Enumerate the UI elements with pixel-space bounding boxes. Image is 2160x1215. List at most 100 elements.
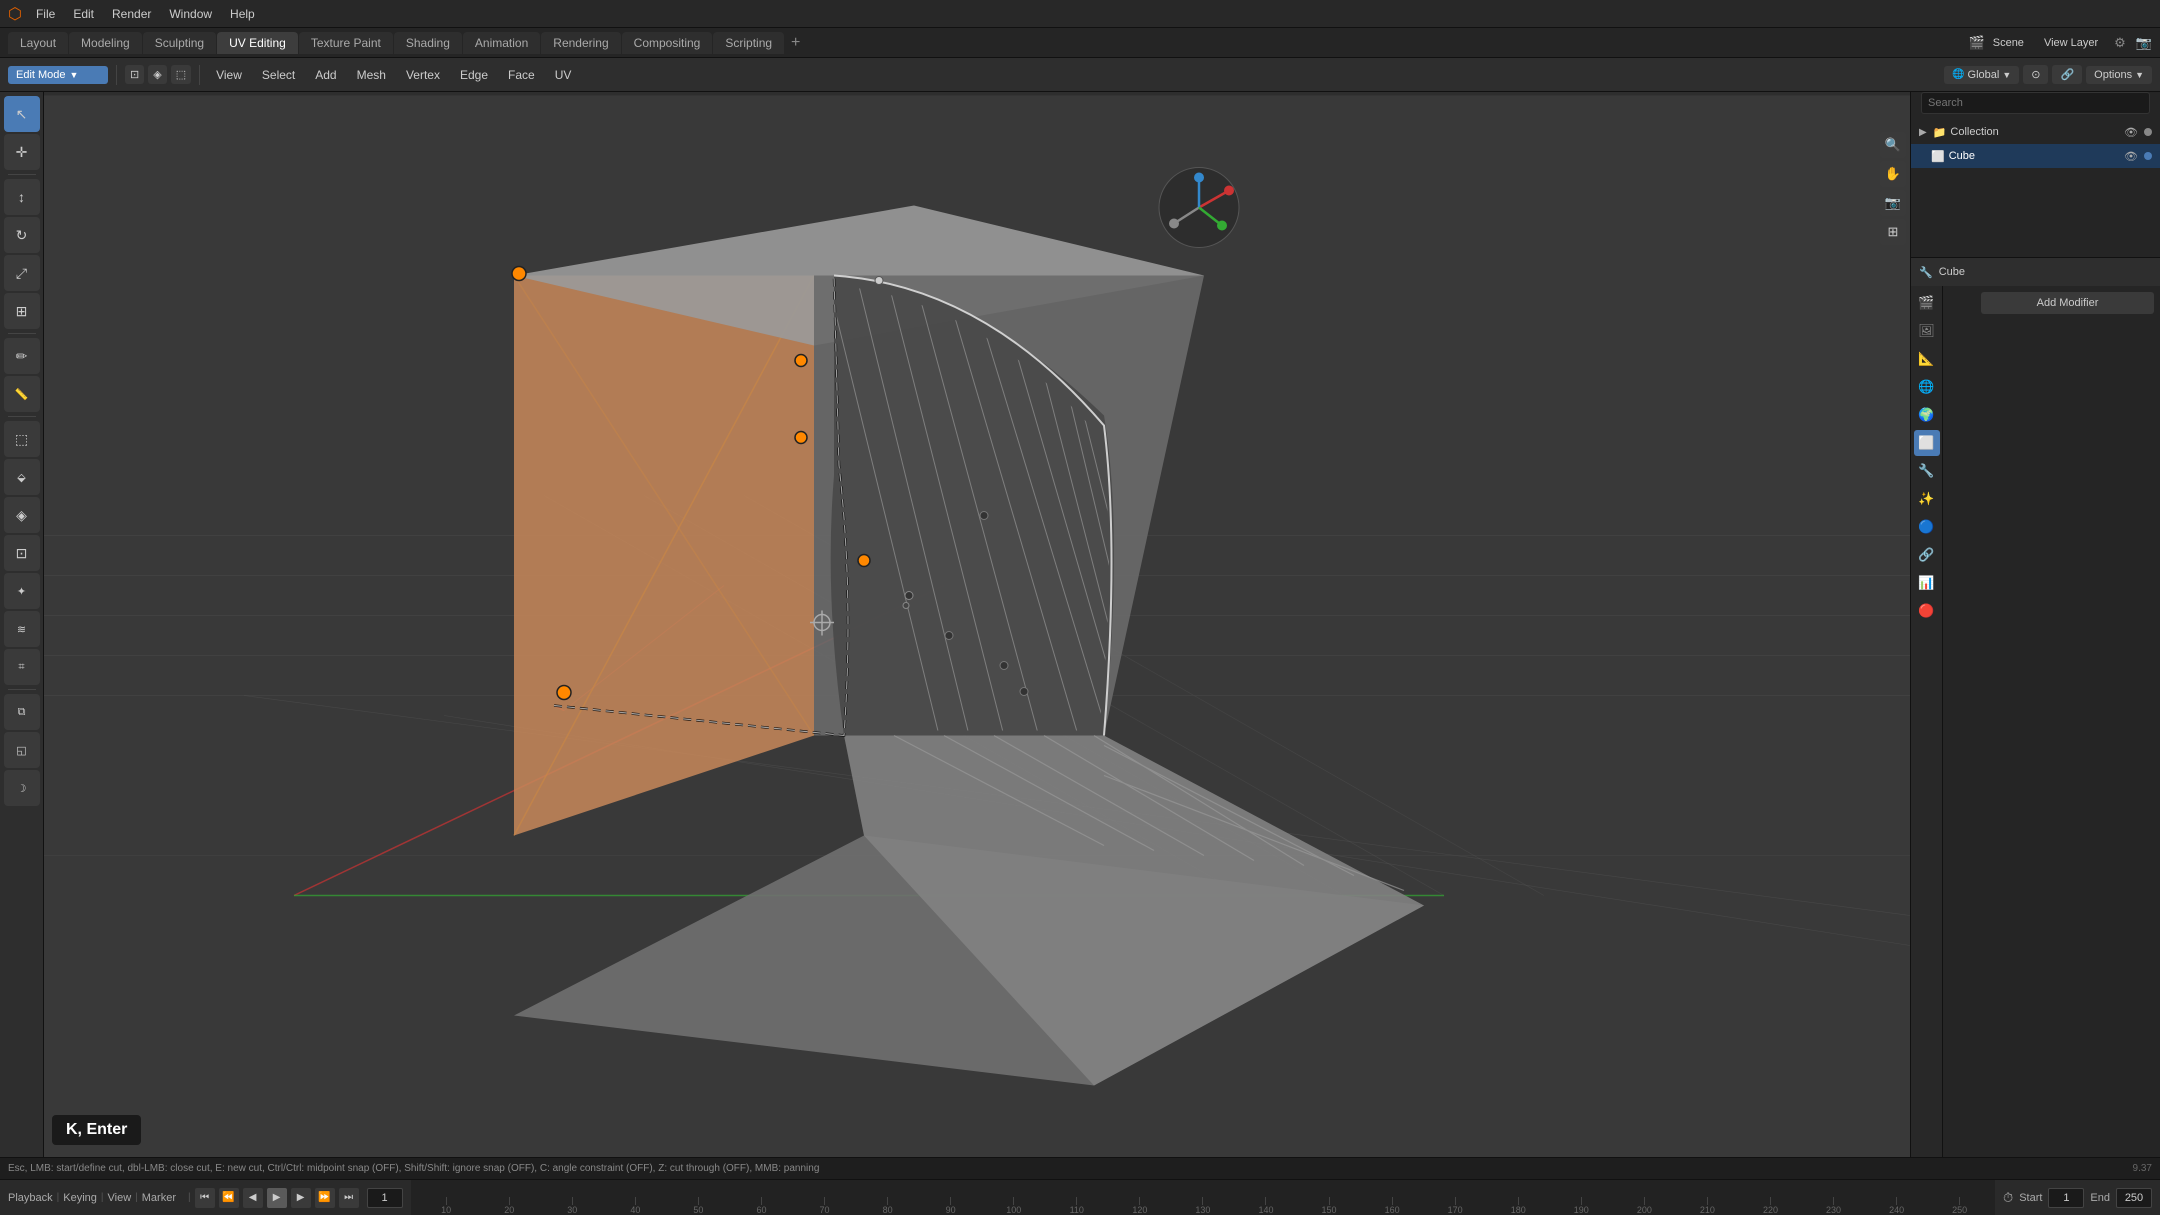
menu-render[interactable]: Render: [104, 5, 159, 23]
next-keyframe-btn[interactable]: ⏩: [315, 1188, 335, 1208]
vertex-menu[interactable]: Vertex: [398, 66, 448, 84]
view-layer-label[interactable]: View Layer: [2044, 37, 2098, 49]
start-frame-input[interactable]: [2048, 1188, 2084, 1208]
transform-tool[interactable]: ⊞: [4, 293, 40, 329]
tick-130: 130: [1171, 1197, 1234, 1215]
outliner-dot-1: [2144, 128, 2152, 136]
props-icon-world[interactable]: 🌍: [1914, 402, 1940, 428]
tab-texture-paint[interactable]: Texture Paint: [299, 32, 393, 54]
toolbar-mode-icon-1[interactable]: ⊡: [125, 65, 144, 84]
tab-rendering[interactable]: Rendering: [541, 32, 620, 54]
spin-tool[interactable]: ≋: [4, 611, 40, 647]
tab-modeling[interactable]: Modeling: [69, 32, 142, 54]
scale-tool[interactable]: ⤢: [4, 255, 40, 291]
menu-window[interactable]: Window: [161, 5, 220, 23]
viewport-ov-grid[interactable]: ⊞: [1880, 219, 1906, 245]
loopcut-tool[interactable]: ⊡: [4, 535, 40, 571]
outliner-item-collection[interactable]: ▶ 📁 Collection 👁: [1911, 120, 2160, 144]
props-header: 🔧 Cube: [1911, 258, 2160, 286]
rotate-tool[interactable]: ↻: [4, 217, 40, 253]
menu-file[interactable]: File: [28, 5, 63, 23]
right-panel: ≡ Scene Collection ⊟ ▶ 📁 Collection 👁 ⬜ …: [1910, 58, 2160, 1179]
select-menu[interactable]: Select: [254, 66, 303, 84]
toolbar-mode-icon-2[interactable]: ◈: [148, 65, 166, 84]
marker-label[interactable]: Marker: [142, 1192, 176, 1204]
options-btn[interactable]: Options ▼: [2086, 66, 2152, 84]
scene-label[interactable]: Scene: [1993, 37, 2024, 49]
knife-tool[interactable]: ⧉: [4, 694, 40, 730]
props-icon-scene[interactable]: 🌐: [1914, 374, 1940, 400]
viewport-ov-pan[interactable]: ✋: [1880, 161, 1906, 187]
move-tool[interactable]: ↕: [4, 179, 40, 215]
viewport[interactable]: View Select Add ⊡ ▼ ● ◉ ◎ ☐ User Perspec…: [44, 92, 1910, 1179]
play-btn[interactable]: ▶: [267, 1188, 287, 1208]
props-icon-data[interactable]: 📊: [1914, 570, 1940, 596]
timeline-ruler[interactable]: 10 20 30 40 50 60 70 80 90 100 110 120 1…: [411, 1180, 1995, 1215]
jump-start-btn[interactable]: ⏮: [195, 1188, 215, 1208]
end-frame-input[interactable]: [2116, 1188, 2152, 1208]
keying-label[interactable]: Keying: [63, 1192, 97, 1204]
outliner-search-input[interactable]: [1921, 92, 2150, 114]
cursor-tool[interactable]: ✛: [4, 134, 40, 170]
outliner-cube-eye-btn[interactable]: 👁: [2124, 150, 2138, 163]
uv-menu[interactable]: UV: [547, 66, 580, 84]
jump-end-btn[interactable]: ⏭: [339, 1188, 359, 1208]
tab-sculpting[interactable]: Sculpting: [143, 32, 216, 54]
fill-tool[interactable]: ☽: [4, 770, 40, 806]
tab-scripting[interactable]: Scripting: [713, 32, 784, 54]
tab-compositing[interactable]: Compositing: [622, 32, 713, 54]
tab-layout[interactable]: Layout: [8, 32, 68, 54]
add-menu[interactable]: Add: [307, 66, 344, 84]
bevel-tool[interactable]: ◈: [4, 497, 40, 533]
tick-10: 10: [415, 1197, 478, 1215]
props-icon-view-layer[interactable]: 📐: [1914, 346, 1940, 372]
outliner-item-cube[interactable]: ⬜ Cube 👁: [1911, 144, 2160, 168]
view-label[interactable]: View: [108, 1192, 132, 1204]
tab-animation[interactable]: Animation: [463, 32, 540, 54]
cube-icon: ⬜: [1931, 150, 1945, 163]
global-transform-dropdown[interactable]: 🌐 Global ▼: [1944, 66, 2019, 84]
props-icon-material[interactable]: 🔴: [1914, 598, 1940, 624]
toolbar-mode-icon-3[interactable]: ⬚: [171, 65, 191, 84]
props-icon-object[interactable]: ⬜: [1914, 430, 1940, 456]
menu-help[interactable]: Help: [222, 5, 263, 23]
viewport-ov-zoom[interactable]: 🔍: [1880, 132, 1906, 158]
props-icon-output[interactable]: 🖼: [1914, 318, 1940, 344]
edge-menu[interactable]: Edge: [452, 66, 496, 84]
next-frame-btn[interactable]: ▶: [291, 1188, 311, 1208]
mesh-menu[interactable]: Mesh: [349, 66, 394, 84]
snap-btn[interactable]: 🔗: [2052, 65, 2082, 84]
current-frame-input[interactable]: [367, 1188, 403, 1208]
props-icon-render[interactable]: 🎬: [1914, 290, 1940, 316]
measure-tool[interactable]: 📏: [4, 376, 40, 412]
extrude-tool[interactable]: ⬚: [4, 421, 40, 457]
outliner-eye-btn[interactable]: 👁: [2124, 126, 2138, 139]
props-icon-modifier[interactable]: 🔧: [1914, 458, 1940, 484]
annotate-tool[interactable]: ✏: [4, 338, 40, 374]
face-menu[interactable]: Face: [500, 66, 543, 84]
tab-uv-editing[interactable]: UV Editing: [217, 32, 298, 54]
blender-logo[interactable]: ⬡: [8, 4, 22, 24]
smooth-tool[interactable]: ⌗: [4, 649, 40, 685]
add-workspace-btn[interactable]: +: [785, 32, 806, 54]
render-btn[interactable]: 📷: [2136, 35, 2152, 51]
props-icon-constraints[interactable]: 🔗: [1914, 542, 1940, 568]
viewport-ov-camera[interactable]: 📷: [1880, 190, 1906, 216]
edit-mode-dropdown[interactable]: Edit Mode ▼: [8, 66, 108, 84]
render-engine-btn[interactable]: ⚙: [2114, 35, 2126, 51]
polybuild-tool[interactable]: ✦: [4, 573, 40, 609]
prev-frame-btn[interactable]: ◀: [243, 1188, 263, 1208]
view-menu[interactable]: View: [208, 66, 250, 84]
select-tool[interactable]: ↖: [4, 96, 40, 132]
props-icon-physics[interactable]: 🔵: [1914, 514, 1940, 540]
proportional-btn[interactable]: ⊙: [2023, 65, 2048, 84]
prev-keyframe-btn[interactable]: ⏪: [219, 1188, 239, 1208]
inset-tool[interactable]: ⬙: [4, 459, 40, 495]
tab-shading[interactable]: Shading: [394, 32, 462, 54]
props-content: Add Modifier: [1975, 286, 2160, 1179]
bisect-tool[interactable]: ◱: [4, 732, 40, 768]
playback-label[interactable]: Playback: [8, 1192, 53, 1204]
add-modifier-btn[interactable]: Add Modifier: [1981, 292, 2154, 314]
menu-edit[interactable]: Edit: [65, 5, 102, 23]
props-icon-particles[interactable]: ✨: [1914, 486, 1940, 512]
